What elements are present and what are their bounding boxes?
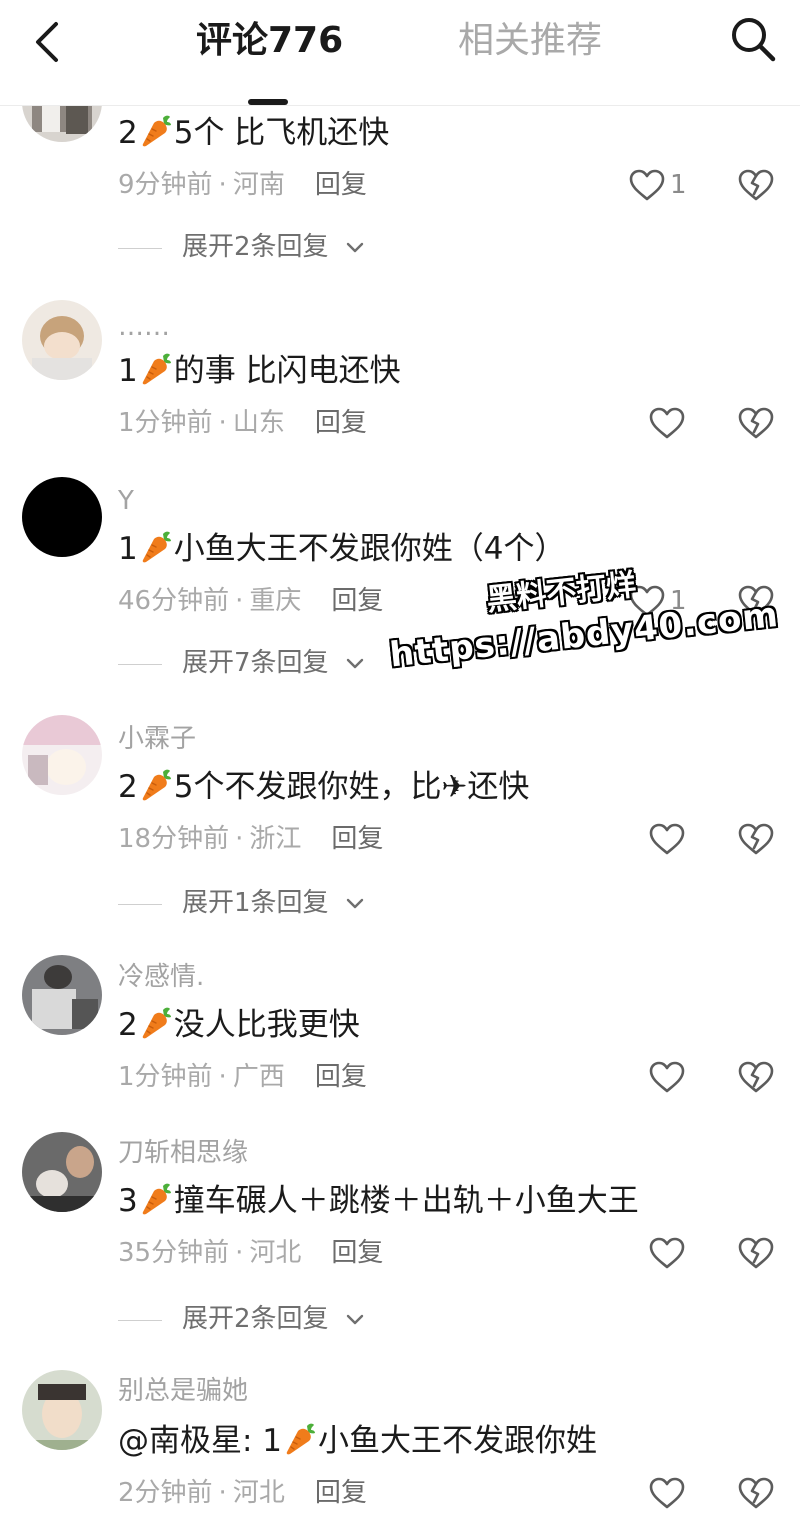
carrot-emoji <box>140 352 172 386</box>
carrot-emoji <box>140 768 172 802</box>
comment-text: 2 5个不发跟你姓，比✈还快 <box>118 768 530 805</box>
comment-meta: 18分钟前 · 浙江 回复 <box>118 824 384 854</box>
carrot-emoji <box>140 114 172 148</box>
like-count: 1 <box>670 170 687 200</box>
comment-meta: 2分钟前 · 河北 回复 <box>118 1478 367 1508</box>
avatar[interactable] <box>22 1370 102 1450</box>
reply-button[interactable]: 回复 <box>315 1478 367 1508</box>
chevron-down-icon <box>344 236 366 258</box>
heart-icon[interactable] <box>628 168 666 202</box>
broken-heart-icon[interactable] <box>737 1236 775 1270</box>
active-tab-indicator <box>248 99 288 105</box>
chevron-down-icon <box>344 652 366 674</box>
heart-icon[interactable] <box>648 1476 686 1510</box>
tab-comments[interactable]: 评论776 <box>196 18 343 64</box>
top-bar: 评论776 相关推荐 <box>0 0 800 106</box>
avatar[interactable] <box>22 300 102 380</box>
search-icon[interactable] <box>728 14 778 64</box>
reply-button[interactable]: 回复 <box>315 170 367 200</box>
avatar[interactable] <box>22 715 102 795</box>
username[interactable]: 刀斩相思缘 <box>118 1136 248 1170</box>
comment-time: 35分钟前 <box>118 1238 230 1268</box>
broken-heart-icon[interactable] <box>737 822 775 856</box>
carrot-emoji <box>284 1422 316 1456</box>
username[interactable]: 冷感情. <box>118 960 204 994</box>
comment-text: 2 5个 比飞机还快 <box>118 114 390 151</box>
carrot-emoji <box>140 1006 172 1040</box>
comment-meta: 46分钟前 · 重庆 回复 <box>118 586 384 616</box>
avatar[interactable] <box>22 477 102 557</box>
username[interactable]: Y <box>118 484 134 518</box>
reply-button[interactable]: 回复 <box>315 1062 367 1092</box>
reply-button[interactable]: 回复 <box>315 408 367 438</box>
carrot-emoji <box>140 1182 172 1216</box>
like-count: 1 <box>670 586 687 616</box>
username[interactable]: …… <box>118 310 170 344</box>
comment-time: 18分钟前 <box>118 824 230 854</box>
avatar[interactable] <box>22 1132 102 1212</box>
comment-text: @南极星: 1 小鱼大王不发跟你姓 <box>118 1422 598 1459</box>
username[interactable]: 小霖子 <box>118 722 196 756</box>
comment-location: 河南 <box>232 170 285 200</box>
comment-meta: 35分钟前 · 河北 回复 <box>118 1238 384 1268</box>
heart-icon[interactable] <box>648 1060 686 1094</box>
tab-related-recommend[interactable]: 相关推荐 <box>458 18 602 64</box>
broken-heart-icon[interactable] <box>737 1476 775 1510</box>
reply-button[interactable]: 回复 <box>331 1238 383 1268</box>
comment-text: 2 没人比我更快 <box>118 1006 360 1043</box>
comment-time: 9分钟前 <box>118 170 213 200</box>
carrot-emoji <box>140 530 172 564</box>
comment-location: 重庆 <box>249 586 302 616</box>
reply-button[interactable]: 回复 <box>331 586 383 616</box>
watermark-url: https://abdy40.com <box>387 594 781 676</box>
comment-text: 3 撞车碾人＋跳楼＋出轨＋小鱼大王 <box>118 1182 639 1219</box>
avatar[interactable] <box>22 955 102 1035</box>
comment-location: 山东 <box>232 408 285 438</box>
comment-time: 1分钟前 <box>118 1062 213 1092</box>
heart-icon[interactable] <box>648 1236 686 1270</box>
broken-heart-icon[interactable] <box>737 406 775 440</box>
comment-meta: 1分钟前 · 山东 回复 <box>118 408 367 438</box>
username[interactable]: 别总是骗她 <box>118 1374 248 1408</box>
broken-heart-icon[interactable] <box>737 168 775 202</box>
reply-button[interactable]: 回复 <box>331 824 383 854</box>
comment-text: 1 的事 比闪电还快 <box>118 352 401 389</box>
comment-time: 2分钟前 <box>118 1478 213 1508</box>
comment-location: 广西 <box>232 1062 285 1092</box>
comment-meta: 1分钟前 · 广西 回复 <box>118 1062 367 1092</box>
chevron-down-icon <box>344 892 366 914</box>
comment-location: 河北 <box>249 1238 302 1268</box>
broken-heart-icon[interactable] <box>737 584 775 618</box>
heart-icon[interactable] <box>628 584 666 618</box>
comment-text: 1 小鱼大王不发跟你姓（4个） <box>118 530 566 567</box>
broken-heart-icon[interactable] <box>737 1060 775 1094</box>
chevron-down-icon <box>344 1308 366 1330</box>
comment-meta: 9分钟前 · 河南 回复 <box>118 170 367 200</box>
back-icon[interactable] <box>28 20 68 64</box>
comment-location: 河北 <box>232 1478 285 1508</box>
comment-time: 1分钟前 <box>118 408 213 438</box>
comment-location: 浙江 <box>249 824 302 854</box>
heart-icon[interactable] <box>648 406 686 440</box>
comment-time: 46分钟前 <box>118 586 230 616</box>
heart-icon[interactable] <box>648 822 686 856</box>
